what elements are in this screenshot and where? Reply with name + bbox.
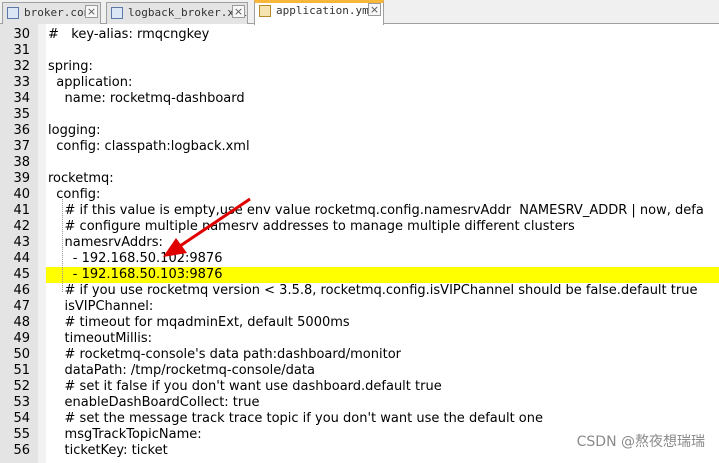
line-text: # timeout for mqadminExt, default 5000ms [48, 315, 350, 330]
line-text: # key-alias: rmqcngkey [48, 27, 210, 42]
code-line[interactable]: 48 # timeout for mqadminExt, default 500… [0, 315, 719, 331]
code-line[interactable]: 38 [0, 155, 719, 171]
code-line[interactable]: 37 config: classpath:logback.xml [0, 139, 719, 155]
indent-guide [62, 196, 63, 292]
line-number: 51 [13, 363, 30, 378]
line-number: 40 [13, 187, 30, 202]
code-line[interactable]: 34 name: rocketmq-dashboard [0, 91, 719, 107]
line-number: 33 [13, 75, 30, 90]
code-line[interactable]: 50 # rocketmq-console's data path:dashbo… [0, 347, 719, 363]
code-line[interactable]: 51 dataPath: /tmp/rocketmq-console/data [0, 363, 719, 379]
code-line[interactable]: 46 # if you use rocketmq version < 3.5.8… [0, 283, 719, 299]
line-number: 31 [13, 43, 30, 58]
line-number: 34 [13, 91, 30, 106]
line-number: 41 [13, 203, 30, 218]
line-number: 53 [13, 395, 30, 410]
line-text: enableDashBoardCollect: true [48, 395, 260, 410]
line-text: dataPath: /tmp/rocketmq-console/data [48, 363, 315, 378]
close-icon[interactable]: × [85, 5, 98, 18]
tab-label: application.yml [276, 4, 376, 17]
code-line[interactable]: 49 timeoutMillis: [0, 331, 719, 347]
code-line[interactable]: 31 [0, 43, 719, 59]
tab-logback-broker-xml[interactable]: logback_broker.xml × [106, 2, 248, 24]
line-text: - 192.168.50.103:9876 [46, 267, 719, 283]
close-icon[interactable]: × [232, 5, 245, 18]
tab-application-yml[interactable]: application.yml × [254, 0, 384, 25]
line-number: 46 [13, 283, 30, 298]
line-text: rocketmq: [48, 171, 114, 186]
code-line[interactable]: 44 - 192.168.50.102:9876 [0, 251, 719, 267]
line-text: isVIPChannel: [48, 299, 154, 314]
code-line[interactable]: 53 enableDashBoardCollect: true [0, 395, 719, 411]
code-line[interactable]: 36 logging: [0, 123, 719, 139]
line-text: timeoutMillis: [48, 331, 153, 346]
line-number: 30 [13, 27, 30, 42]
code-line[interactable]: 40 config: [0, 187, 719, 203]
file-icon [7, 7, 19, 19]
line-text: # if you use rocketmq version < 3.5.8, r… [48, 283, 698, 298]
line-number: 47 [13, 299, 30, 314]
line-text: # rocketmq-console's data path:dashboard… [48, 347, 401, 362]
code-line[interactable]: 42 # configure multiple namesrv addresse… [0, 219, 719, 235]
line-text: - 192.168.50.102:9876 [48, 251, 223, 266]
tab-bar: broker.conf × logback_broker.xml × appli… [0, 0, 719, 25]
line-number: 49 [13, 331, 30, 346]
line-text: namesrvAddrs: [48, 235, 163, 250]
line-number: 44 [13, 251, 30, 266]
line-text: # set it false if you don't want use das… [48, 379, 442, 394]
tab-label: logback_broker.xml [128, 6, 248, 19]
line-text: name: rocketmq-dashboard [48, 91, 245, 106]
line-text: # if this value is empty,use env value r… [48, 203, 704, 218]
file-icon [259, 5, 271, 17]
line-text: spring: [48, 59, 93, 74]
line-number: 52 [13, 379, 30, 394]
code-line[interactable]: 35 [0, 107, 719, 123]
close-icon[interactable]: × [368, 3, 381, 16]
line-text: config: classpath:logback.xml [48, 139, 250, 154]
code-editor[interactable]: 30 # key-alias: rmqcngkey 31 32 spring: 33 ap… [0, 24, 719, 463]
file-icon [111, 7, 123, 19]
line-number: 56 [13, 443, 30, 458]
tab-broker-conf[interactable]: broker.conf × [2, 2, 101, 24]
line-number: 32 [13, 59, 30, 74]
code-line[interactable]: 32 spring: [0, 59, 719, 75]
line-number: 36 [13, 123, 30, 138]
code-line-highlighted[interactable]: 45 - 192.168.50.103:9876 [0, 267, 719, 283]
line-number: 55 [13, 427, 30, 442]
line-number: 42 [13, 219, 30, 234]
watermark: CSDN @熬夜想瑞瑞 [576, 434, 705, 450]
code-line[interactable]: 41 # if this value is empty,use env valu… [0, 203, 719, 219]
code-line[interactable]: 43 namesrvAddrs: [0, 235, 719, 251]
line-number: 54 [13, 411, 30, 426]
line-text: # configure multiple namesrv addresses t… [48, 219, 575, 234]
line-number: 43 [13, 235, 30, 250]
code-line[interactable]: 47 isVIPChannel: [0, 299, 719, 315]
line-number: 45 [13, 267, 30, 282]
code-line[interactable]: 54 # set the message track trace topic i… [0, 411, 719, 427]
line-text: # set the message track trace topic if y… [48, 411, 544, 426]
code-line[interactable]: 52 # set it false if you don't want use … [0, 379, 719, 395]
line-number: 39 [13, 171, 30, 186]
line-number: 50 [13, 347, 30, 362]
line-number: 37 [13, 139, 30, 154]
code-line[interactable]: 33 application: [0, 75, 719, 91]
line-number: 48 [13, 315, 30, 330]
line-number: 35 [13, 107, 30, 122]
code-line[interactable]: 30 # key-alias: rmqcngkey [0, 27, 719, 43]
line-text: application: [48, 75, 133, 90]
line-number: 38 [13, 155, 30, 170]
code-line[interactable]: 39 rocketmq: [0, 171, 719, 187]
line-text: logging: [48, 123, 101, 138]
line-text: config: [48, 187, 101, 202]
